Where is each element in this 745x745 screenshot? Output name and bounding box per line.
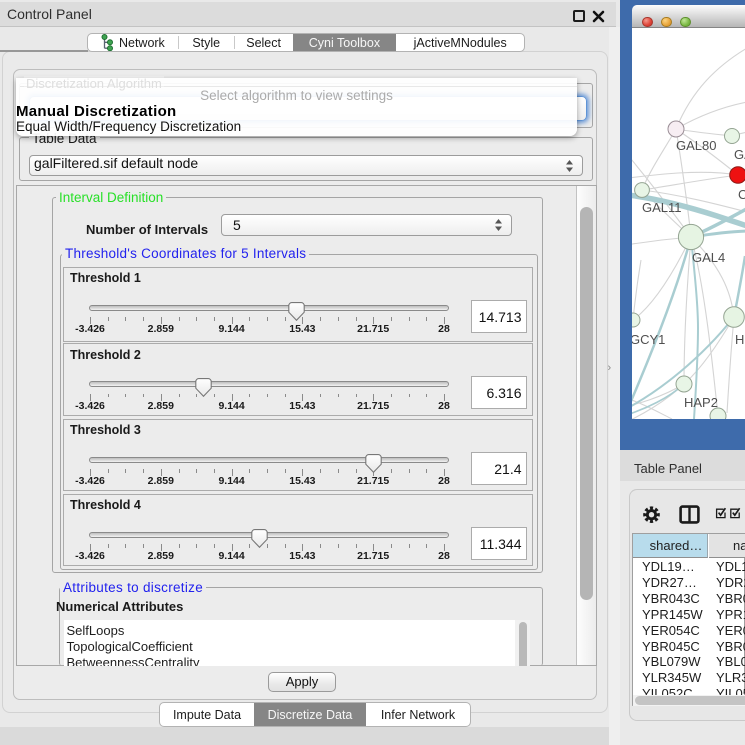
svg-text:GAL80: GAL80	[676, 138, 716, 153]
svg-text:H: H	[735, 332, 744, 347]
svg-text:C: C	[738, 187, 745, 202]
svg-text:HAP2: HAP2	[684, 395, 718, 410]
svg-text:GA: GA	[734, 147, 745, 162]
svg-text:GAL4: GAL4	[692, 250, 725, 265]
svg-text:GCY1: GCY1	[632, 332, 665, 347]
svg-text:GAL11: GAL11	[642, 200, 682, 215]
